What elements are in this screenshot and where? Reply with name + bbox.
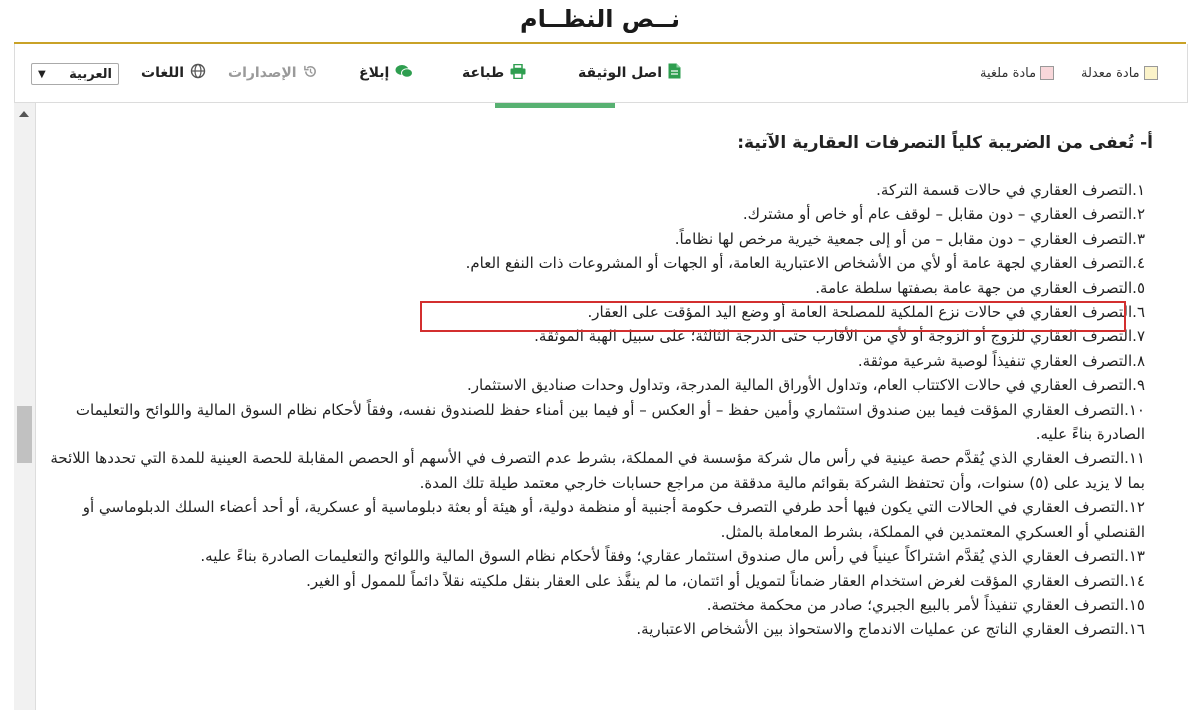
document-content: أ- تُعفى من الضريبة كلياً التصرفات العقا… (40, 103, 1155, 710)
legend-modified: مادة معدلة (1081, 44, 1158, 102)
toolbar: ▼ العربية اللغات الإصدارات إبلاغ طباعة ا… (14, 44, 1188, 103)
list-item: ١٢.التصرف العقاري في الحالات التي يكون ف… (82, 498, 1145, 541)
legend-cancelled-label: مادة ملغية (980, 65, 1037, 81)
list-item: ٩.التصرف العقاري في حالات الاكتتاب العام… (467, 376, 1145, 395)
language-select[interactable]: ▼ العربية (31, 63, 119, 85)
report-button[interactable]: إبلاغ (359, 44, 414, 102)
legend-modified-label: مادة معدلة (1081, 65, 1140, 81)
vertical-scrollbar[interactable] (14, 103, 36, 710)
print-label: طباعة (462, 65, 505, 81)
original-document-label: اصل الوثيقة (578, 65, 663, 81)
section-heading: أ- تُعفى من الضريبة كلياً التصرفات العقا… (737, 133, 1153, 153)
print-button[interactable]: طباعة (462, 44, 526, 102)
list-item: ٨.التصرف العقاري تنفيذاً لوصية شرعية موث… (857, 351, 1145, 370)
legend-cancelled: مادة ملغية (980, 44, 1055, 102)
chevron-down-icon: ▼ (38, 68, 46, 80)
versions-label: الإصدارات (228, 65, 297, 81)
decorative-green-bar (495, 103, 615, 108)
page-title: نــص النظــام (520, 5, 680, 33)
languages-label: اللغات (141, 65, 184, 81)
scroll-up-arrow-icon[interactable] (19, 111, 29, 117)
list-item: ١٥.التصرف العقاري تنفيذاً لأمر بالبيع ال… (706, 595, 1145, 614)
legend-modified-swatch (1143, 66, 1158, 80)
list-item: ١.التصرف العقاري في حالات قسمة التركة. (876, 181, 1145, 199)
list-item: ٢.التصرف العقاري – دون مقابل – لوقف عام … (742, 205, 1145, 224)
globe-icon (190, 63, 206, 83)
original-document-button[interactable]: اصل الوثيقة (578, 44, 681, 102)
legend-cancelled-swatch (1040, 66, 1055, 80)
exemptions-list: ١.التصرف العقاري في حالات قسمة التركة. ٢.… (40, 178, 1145, 642)
list-item: ٤.التصرف العقاري لجهة عامة أو لأي من الأ… (465, 254, 1145, 273)
document-icon (668, 63, 681, 83)
scroll-thumb[interactable] (17, 406, 32, 463)
history-icon (303, 64, 318, 83)
list-item: ٥.التصرف العقاري من جهة عامة بصفتها سلطة… (815, 278, 1145, 297)
list-item: ١٣.التصرف العقاري الذي يُقدَّم اشتراكاً … (200, 547, 1145, 566)
chat-icon (395, 64, 414, 83)
list-item: ١١.التصرف العقاري الذي يُقدَّم حصة عينية… (50, 449, 1145, 492)
highlight-annotation-box (420, 301, 1126, 332)
list-item: ٣.التصرف العقاري – دون مقابل – من أو إلى… (674, 229, 1145, 248)
report-label: إبلاغ (359, 65, 390, 81)
list-item: ١٦.التصرف العقاري الناتج عن عمليات الاند… (636, 620, 1145, 639)
print-icon (510, 63, 526, 83)
language-selected-value: العربية (69, 66, 112, 82)
versions-button[interactable]: الإصدارات (228, 44, 318, 102)
list-item: ١٠.التصرف العقاري المؤقت فيما بين صندوق … (75, 400, 1145, 444)
list-item: ١٤.التصرف العقاري المؤقت لغرض استخدام ال… (306, 571, 1145, 590)
languages-button[interactable]: اللغات (141, 44, 206, 102)
